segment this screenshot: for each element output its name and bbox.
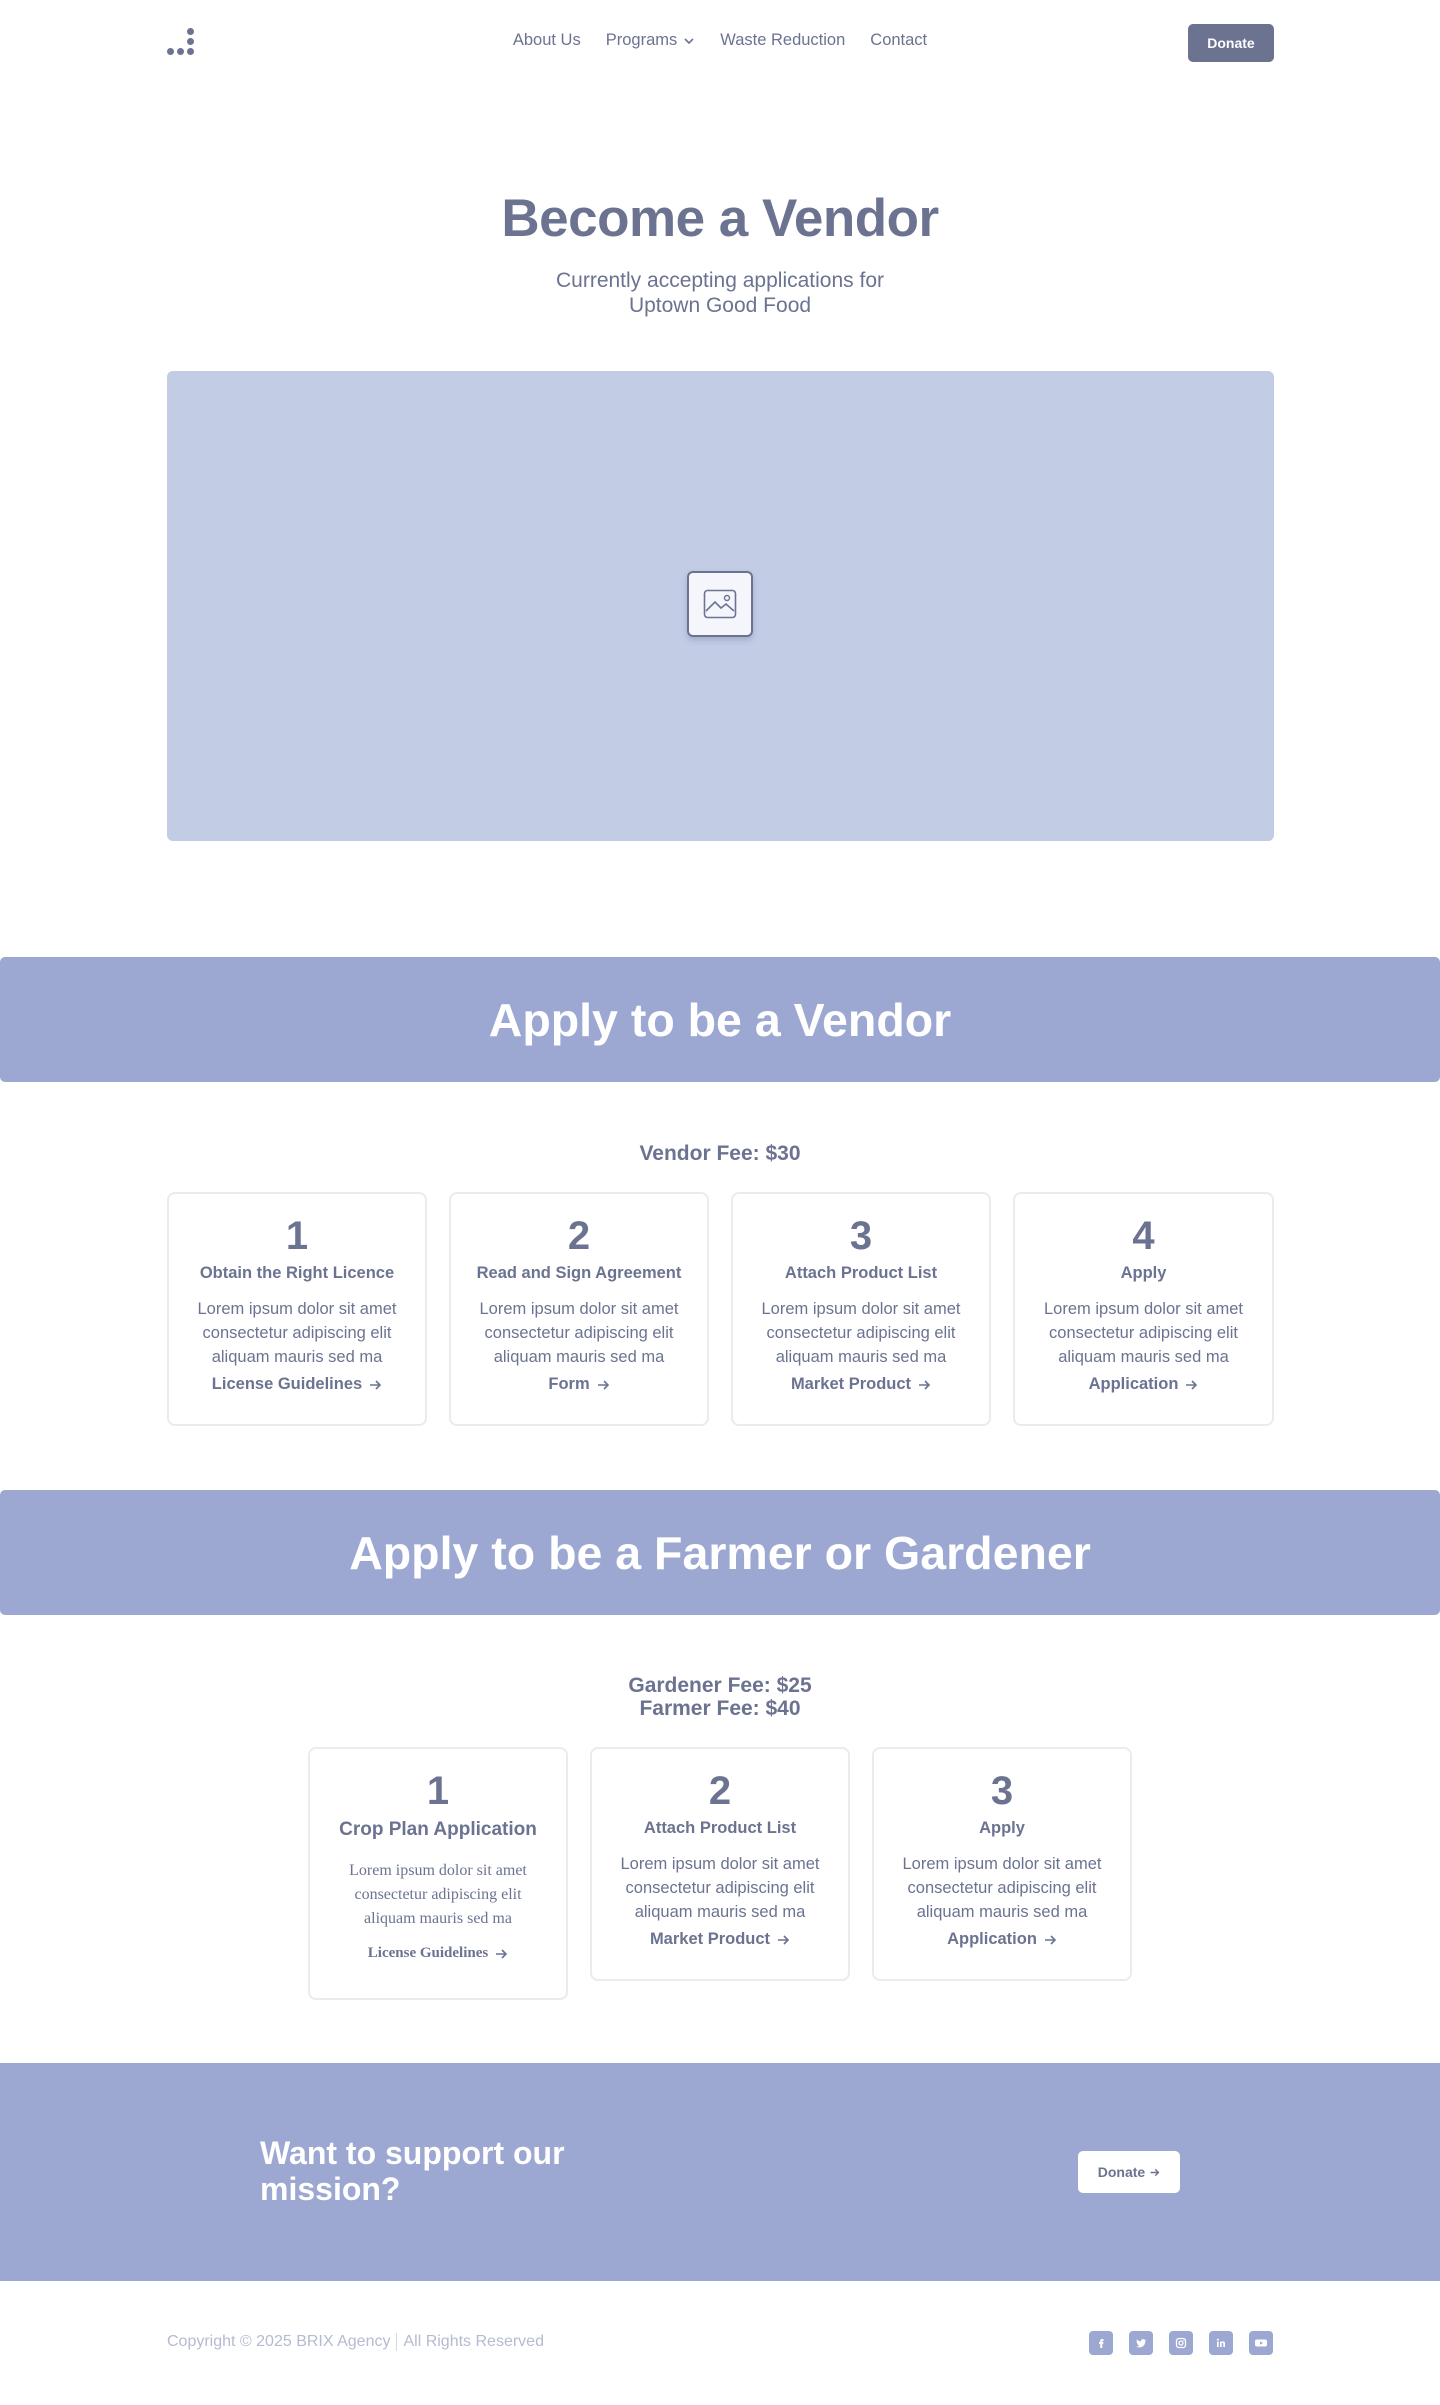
- arrow-right-icon: [1044, 1934, 1057, 1945]
- arrow-right-icon: [1186, 1379, 1198, 1390]
- hero-image-placeholder: [167, 371, 1274, 841]
- step-description: Lorem ipsum dolor sit amet consectetur a…: [197, 1300, 397, 1366]
- nav-waste-reduction[interactable]: Waste Reduction: [720, 31, 845, 50]
- market-product-link[interactable]: Market Product: [791, 1375, 931, 1394]
- step-title: Attach Product List: [784, 1264, 938, 1282]
- farmer-section-title: Apply to be a Farmer or Gardener: [349, 1526, 1091, 1579]
- gardener-fee: Gardener Fee: $25: [628, 1674, 812, 1697]
- farmer-fee: Farmer Fee: $40: [639, 1697, 801, 1720]
- vendor-step-card: 1 Obtain the Right Licence Lorem ipsum d…: [167, 1192, 427, 1426]
- social-links: [1089, 2331, 1273, 2355]
- arrow-right-icon: [1150, 2168, 1160, 2176]
- step-description: Lorem ipsum dolor sit amet consectetur a…: [761, 1300, 961, 1366]
- youtube-icon[interactable]: [1249, 2331, 1273, 2355]
- page-subtitle: Currently accepting applications for Upt…: [555, 269, 884, 317]
- facebook-icon[interactable]: [1089, 2331, 1113, 2355]
- vendor-step-card: 4 Apply Lorem ipsum dolor sit amet conse…: [1013, 1192, 1274, 1426]
- application-link[interactable]: Application: [1089, 1375, 1199, 1394]
- arrow-right-icon: [919, 1379, 931, 1390]
- nav-contact[interactable]: Contact: [870, 31, 927, 50]
- cta-title: Want to support our mission?: [260, 2135, 565, 2207]
- twitter-icon[interactable]: [1129, 2331, 1153, 2355]
- market-product-link[interactable]: Market Product: [650, 1930, 790, 1949]
- step-number: 1: [426, 1769, 450, 1813]
- arrow-right-icon: [778, 1934, 790, 1945]
- step-title: Crop Plan Application: [339, 1819, 537, 1840]
- step-number: 2: [708, 1769, 732, 1813]
- cta-donate-button[interactable]: Donate: [1078, 2151, 1180, 2193]
- arrow-right-icon: [370, 1379, 382, 1390]
- step-description: Lorem ipsum dolor sit amet consectetur a…: [1044, 1300, 1243, 1366]
- vendor-step-card: 2 Read and Sign Agreement Lorem ipsum do…: [449, 1192, 709, 1426]
- arrow-right-icon: [496, 1948, 508, 1959]
- step-description: Lorem ipsum dolor sit amet consectetur a…: [349, 1862, 527, 1927]
- farmer-step-card: 3 Apply Lorem ipsum dolor sit amet conse…: [872, 1747, 1132, 1981]
- vendor-section-band: Apply to be a Vendor: [0, 957, 1440, 1082]
- donate-button[interactable]: Donate: [1188, 24, 1274, 62]
- step-number: 1: [285, 1214, 309, 1258]
- nav-programs[interactable]: Programs: [606, 31, 696, 50]
- support-cta-section: Want to support our mission? Donate: [0, 2063, 1440, 2281]
- vendor-step-card: 3 Attach Product List Lorem ipsum dolor …: [731, 1192, 991, 1426]
- license-guidelines-link[interactable]: License Guidelines: [212, 1375, 382, 1394]
- vendor-section-title: Apply to be a Vendor: [488, 993, 952, 1046]
- step-title: Read and Sign Agreement: [476, 1264, 682, 1282]
- step-description: Lorem ipsum dolor sit amet consectetur a…: [479, 1300, 679, 1366]
- step-number: 2: [567, 1214, 591, 1258]
- divider: [396, 2333, 398, 2351]
- vendor-fee: Vendor Fee: $30: [639, 1142, 801, 1165]
- license-guidelines-link[interactable]: License Guidelines: [368, 1945, 508, 1962]
- image-icon: [687, 571, 753, 637]
- step-title: Apply: [979, 1819, 1025, 1837]
- application-link[interactable]: Application: [947, 1930, 1057, 1949]
- step-number: 3: [849, 1214, 873, 1258]
- step-title: Obtain the Right Licence: [199, 1264, 395, 1282]
- page-title: Become a Vendor: [501, 189, 939, 248]
- form-link[interactable]: Form: [548, 1375, 609, 1394]
- instagram-icon[interactable]: [1169, 2331, 1193, 2355]
- farmer-step-card: 2 Attach Product List Lorem ipsum dolor …: [590, 1747, 850, 1981]
- step-description: Lorem ipsum dolor sit amet consectetur a…: [620, 1855, 820, 1921]
- nav-about-us[interactable]: About Us: [513, 31, 581, 50]
- farmer-section-band: Apply to be a Farmer or Gardener: [0, 1490, 1440, 1615]
- copyright-text: Copyright © 2025 BRIX Agency All Rights R…: [167, 2333, 544, 2351]
- site-header: About Us Programs Waste Reduction Contac…: [0, 0, 1440, 86]
- step-description: Lorem ipsum dolor sit amet consectetur a…: [902, 1855, 1102, 1921]
- step-number: 4: [1132, 1214, 1155, 1258]
- step-title: Apply: [1120, 1264, 1167, 1282]
- farmer-step-card: 1 Crop Plan Application Lorem ipsum dolo…: [308, 1747, 568, 2000]
- arrow-right-icon: [597, 1379, 609, 1390]
- step-number: 3: [990, 1769, 1014, 1813]
- chevron-down-icon: [684, 37, 694, 44]
- step-title: Attach Product List: [643, 1819, 797, 1837]
- linkedin-icon[interactable]: [1209, 2331, 1233, 2355]
